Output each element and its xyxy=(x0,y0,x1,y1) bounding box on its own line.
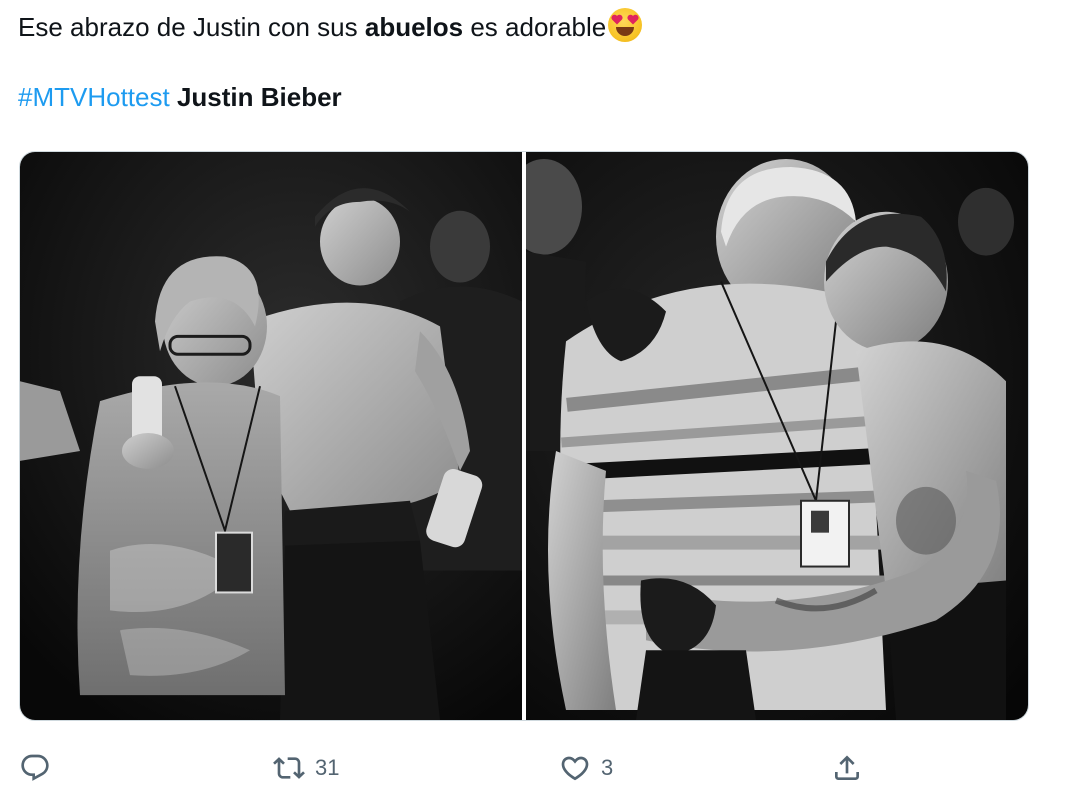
tweet-line-2: #MTVHottest Justin Bieber xyxy=(18,79,1018,115)
hashtag-link[interactable]: #MTVHottest xyxy=(18,82,170,112)
retweet-count: 31 xyxy=(315,755,340,780)
photo-man-hugging-justin-icon xyxy=(526,152,1028,720)
tweet-text-part2: es adorable xyxy=(463,12,607,42)
tweet-text: Ese abrazo de Justin con sus abuelos es … xyxy=(18,8,1018,115)
retweet-icon xyxy=(273,757,305,779)
photo-left[interactable] xyxy=(20,152,522,720)
heart-eyes-emoji-icon xyxy=(608,8,643,42)
media-grid xyxy=(19,151,1029,721)
tweet-text-bold: abuelos xyxy=(364,12,464,42)
like-count: 3 xyxy=(601,755,614,780)
heart-icon xyxy=(561,756,589,781)
reply-icon xyxy=(21,754,49,781)
mention-name: Justin Bieber xyxy=(176,82,342,112)
reply-button[interactable] xyxy=(19,748,61,788)
like-button[interactable]: 3 xyxy=(559,748,613,788)
photo-right[interactable] xyxy=(526,152,1028,720)
tweet-actions: 31 3 xyxy=(0,740,1066,796)
photo-woman-hugging-justin-icon xyxy=(20,152,522,720)
share-icon xyxy=(835,755,859,780)
retweet-button[interactable]: 31 xyxy=(273,748,339,788)
tweet-line-1: Ese abrazo de Justin con sus abuelos es … xyxy=(18,8,1018,45)
share-button[interactable] xyxy=(831,748,873,788)
tweet-text-part1: Ese abrazo de Justin con sus xyxy=(18,12,365,42)
